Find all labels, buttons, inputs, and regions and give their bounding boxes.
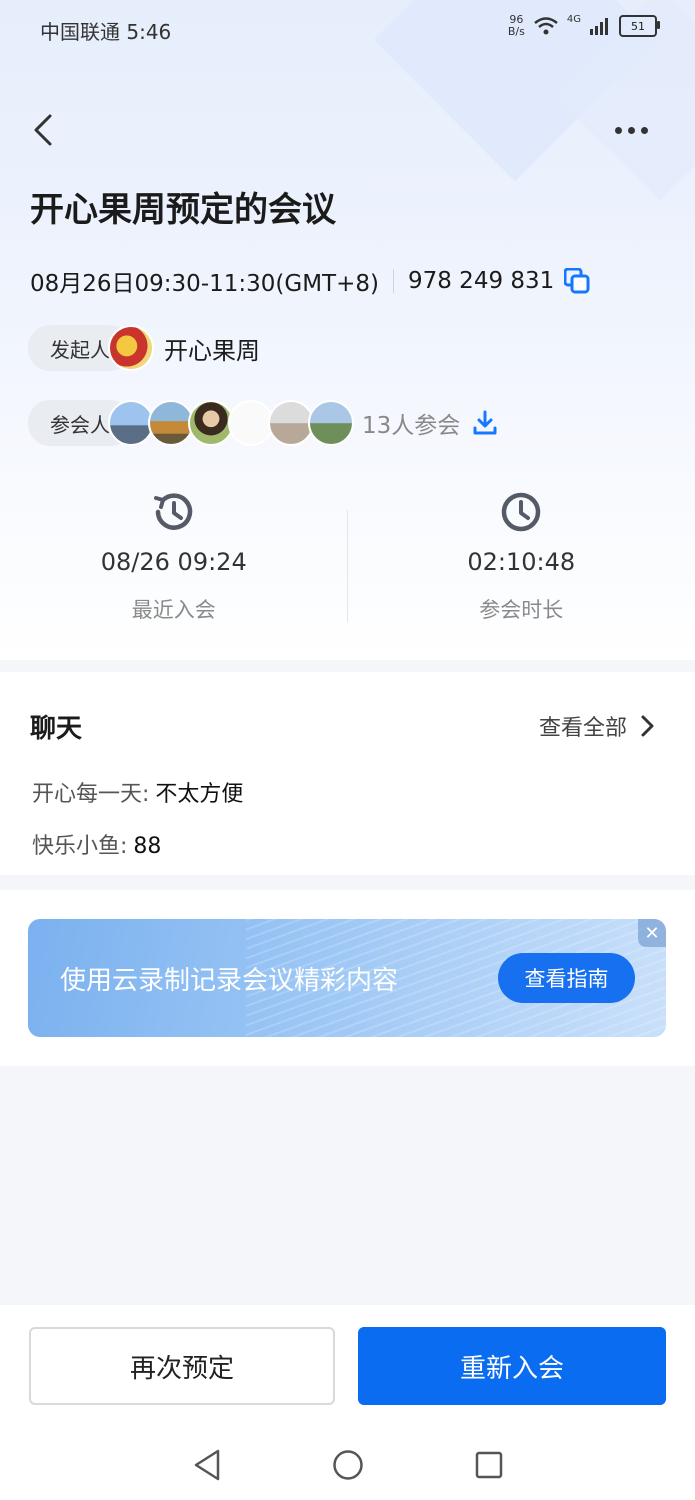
duration-value: 02:10:48	[467, 548, 576, 576]
participant-count: 13人参会	[362, 413, 461, 439]
chat-sender: 快乐小鱼:	[32, 834, 128, 859]
nav-recents-icon[interactable]	[474, 1450, 504, 1480]
copy-icon[interactable]	[564, 268, 590, 294]
rejoin-button[interactable]: 重新入会	[358, 1327, 666, 1405]
chat-section: 聊天 查看全部 开心每一天: 不太方便 快乐小鱼: 88	[0, 672, 695, 875]
chat-title: 聊天	[30, 708, 82, 747]
stat-recent-join: 08/26 09:24 最近入会	[0, 490, 348, 630]
more-dots-icon	[615, 126, 622, 134]
nav-back-icon[interactable]	[192, 1448, 222, 1482]
back-button[interactable]	[28, 110, 64, 150]
cloud-record-banner[interactable]: 使用云录制记录会议精彩内容 查看指南 ✕	[28, 919, 666, 1037]
chat-text: 不太方便	[155, 782, 244, 807]
battery-icon: 51	[619, 15, 660, 37]
banner-text: 使用云录制记录会议精彩内容	[60, 966, 399, 996]
wifi-icon	[534, 17, 558, 35]
chevron-left-icon	[34, 114, 52, 146]
net-speed-unit: B/s	[507, 25, 525, 38]
initiator-row: 发起人 开心果周	[28, 325, 260, 371]
download-icon[interactable]	[472, 410, 498, 436]
net-speed: 96 B/s	[508, 14, 525, 38]
system-nav-bar	[0, 1430, 695, 1500]
nav-home-icon[interactable]	[332, 1449, 364, 1481]
clock: 5:46	[126, 20, 172, 44]
status-bar: 中国联通 5:46 96 B/s 4G 51	[0, 0, 695, 60]
carrier-time: 中国联通 5:46	[40, 16, 171, 45]
battery-level: 51	[631, 19, 645, 33]
book-again-button[interactable]: 再次预定	[29, 1327, 335, 1405]
participant-avatars[interactable]	[108, 400, 354, 446]
chat-sender: 开心每一天:	[32, 782, 150, 807]
divider	[347, 510, 348, 622]
initiator-name: 开心果周	[164, 336, 260, 365]
participants-row[interactable]: 参会人 13人参会	[28, 400, 498, 446]
network-type: 4G	[566, 14, 581, 25]
close-icon[interactable]: ✕	[638, 919, 666, 947]
avatar	[108, 325, 154, 371]
recent-join-value: 08/26 09:24	[100, 548, 247, 576]
clock-icon	[502, 492, 541, 532]
meeting-stats: 08/26 09:24 最近入会 02:10:48 参会时长	[0, 490, 695, 630]
more-dots-icon	[641, 126, 648, 134]
more-button[interactable]	[615, 118, 655, 142]
view-all-button[interactable]: 查看全部	[539, 710, 655, 742]
chat-message: 开心每一天: 不太方便	[32, 776, 243, 808]
meeting-info-row: 08月26日09:30-11:30(GMT+8) 978 249 831	[30, 264, 590, 298]
stat-duration: 02:10:48 参会时长	[348, 490, 695, 630]
history-clock-icon	[153, 493, 192, 530]
meeting-time: 08月26日09:30-11:30(GMT+8)	[30, 271, 379, 297]
more-dots-icon	[628, 126, 635, 134]
divider	[392, 269, 394, 293]
carrier-name: 中国联通	[40, 20, 120, 44]
signal-icon	[590, 18, 608, 35]
meeting-id: 978 249 831	[407, 268, 555, 294]
meeting-title: 开心果周预定的会议	[30, 190, 336, 230]
status-icons: 96 B/s 4G 51	[508, 14, 660, 38]
chat-message: 快乐小鱼: 88	[32, 828, 161, 860]
promo-section: 使用云录制记录会议精彩内容 查看指南 ✕	[0, 890, 695, 1066]
chevron-right-icon	[641, 715, 654, 737]
avatar	[308, 400, 354, 446]
view-all-label: 查看全部	[538, 716, 627, 741]
duration-label: 参会时长	[479, 598, 564, 622]
chat-text: 88	[133, 834, 162, 859]
view-guide-button[interactable]: 查看指南	[498, 953, 635, 1003]
recent-join-label: 最近入会	[131, 598, 216, 622]
